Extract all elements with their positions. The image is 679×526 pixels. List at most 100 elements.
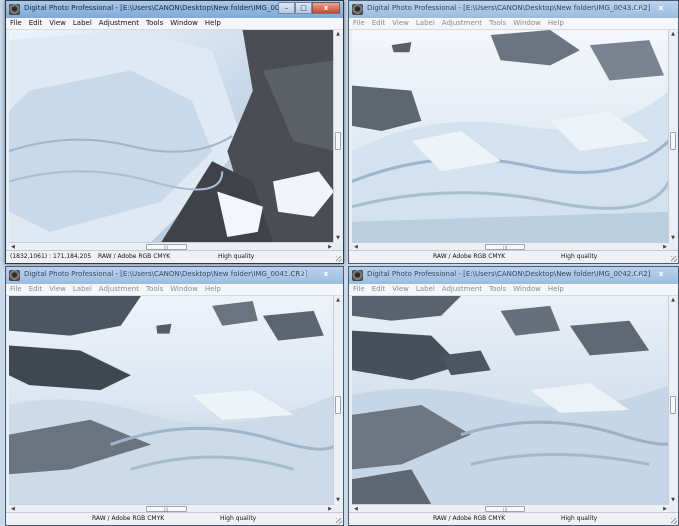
menu-label[interactable]: Label (73, 18, 92, 29)
close-button[interactable]: x (647, 268, 675, 280)
menu-edit[interactable]: Edit (29, 284, 43, 295)
menu-view[interactable]: View (392, 284, 409, 295)
menu-window[interactable]: Window (170, 18, 198, 29)
close-button[interactable]: x (312, 268, 340, 280)
photo-window-1[interactable]: Digital Photo Professional - [E:\Users\C… (5, 0, 344, 264)
glacier-photo (352, 296, 669, 504)
vertical-scroll-thumb[interactable] (670, 131, 676, 150)
menu-help[interactable]: Help (548, 18, 564, 29)
scroll-down-arrow-icon[interactable]: ▼ (669, 497, 677, 503)
photo-window-3[interactable]: Digital Photo Professional - [E:\Users\C… (5, 266, 344, 526)
quality-status: High quality (220, 515, 257, 522)
menu-help[interactable]: Help (205, 284, 221, 295)
scroll-down-arrow-icon[interactable]: ▼ (669, 235, 677, 241)
menu-tools[interactable]: Tools (146, 18, 163, 29)
glacier-photo (9, 296, 334, 504)
dpp-app-icon (352, 270, 363, 281)
scroll-up-arrow-icon[interactable]: ▲ (669, 297, 677, 303)
menu-help[interactable]: Help (205, 18, 221, 29)
window-title: Digital Photo Professional - [E:\Users\C… (367, 270, 651, 278)
resize-grip-icon[interactable] (671, 256, 677, 262)
scroll-down-arrow-icon[interactable]: ▼ (334, 497, 342, 503)
scroll-up-arrow-icon[interactable]: ▲ (669, 31, 677, 37)
menu-bar: File Edit View Label Adjustment Tools Wi… (6, 18, 343, 30)
menu-window[interactable]: Window (170, 284, 198, 295)
resize-grip-icon[interactable] (336, 256, 342, 262)
maximize-button[interactable]: □ (295, 2, 312, 14)
dpp-app-icon (352, 4, 363, 15)
resize-grip-icon[interactable] (671, 518, 677, 524)
photo-view[interactable] (9, 296, 334, 504)
dpp-app-icon (9, 270, 20, 281)
menu-file[interactable]: File (353, 18, 365, 29)
window-title: Digital Photo Professional - [E:\Users\C… (24, 270, 308, 278)
menu-label[interactable]: Label (73, 284, 92, 295)
status-bar: RAW / Adobe RGB CMYK High quality (349, 512, 678, 525)
menu-adjustment[interactable]: Adjustment (442, 18, 482, 29)
dpp-app-icon (9, 4, 20, 15)
vertical-scrollbar[interactable]: ▲ ▼ (668, 296, 677, 504)
menu-window[interactable]: Window (513, 18, 541, 29)
color-space-status: RAW / Adobe RGB CMYK (92, 515, 165, 522)
menu-file[interactable]: File (10, 18, 22, 29)
color-space-status: RAW / Adobe RGB CMYK (433, 253, 506, 260)
menu-adjustment[interactable]: Adjustment (99, 18, 139, 29)
menu-edit[interactable]: Edit (372, 18, 386, 29)
quality-status: High quality (218, 253, 255, 260)
vertical-scrollbar[interactable]: ▲ ▼ (333, 296, 342, 504)
scroll-down-arrow-icon[interactable]: ▼ (334, 235, 342, 241)
menu-file[interactable]: File (353, 284, 365, 295)
menu-adjustment[interactable]: Adjustment (99, 284, 139, 295)
menu-bar: File Edit View Label Adjustment Tools Wi… (349, 18, 678, 30)
vertical-scrollbar[interactable]: ▲ ▼ (333, 30, 342, 242)
scroll-up-arrow-icon[interactable]: ▲ (334, 297, 342, 303)
menu-edit[interactable]: Edit (372, 284, 386, 295)
window-title: Digital Photo Professional - [E:\Users\C… (367, 4, 651, 12)
maximize-button[interactable]: □ (630, 2, 647, 14)
glacier-photo (352, 30, 669, 242)
menu-view[interactable]: View (392, 18, 409, 29)
menu-view[interactable]: View (49, 284, 66, 295)
vertical-scrollbar[interactable]: ▲ ▼ (668, 30, 677, 242)
status-bar: RAW / Adobe RGB CMYK High quality (6, 512, 343, 525)
close-button[interactable]: x (312, 2, 340, 14)
window-title: Digital Photo Professional - [E:\Users\C… (24, 4, 308, 12)
menu-adjustment[interactable]: Adjustment (442, 284, 482, 295)
maximize-button[interactable]: □ (630, 268, 647, 280)
title-bar[interactable]: Digital Photo Professional - [E:\Users\C… (6, 267, 343, 284)
menu-help[interactable]: Help (548, 284, 564, 295)
photo-view[interactable] (352, 296, 669, 504)
title-bar[interactable]: Digital Photo Professional - [E:\Users\C… (349, 1, 678, 18)
menu-label[interactable]: Label (416, 284, 435, 295)
menu-bar: File Edit View Label Adjustment Tools Wi… (349, 284, 678, 296)
vertical-scroll-thumb[interactable] (670, 395, 676, 414)
menu-tools[interactable]: Tools (146, 284, 163, 295)
photo-window-2[interactable]: Digital Photo Professional - [E:\Users\C… (348, 0, 679, 264)
pixel-coordinates: (1832,1061) : 171,184,205 (10, 253, 92, 260)
menu-edit[interactable]: Edit (29, 18, 43, 29)
photo-window-4[interactable]: Digital Photo Professional - [E:\Users\C… (348, 266, 679, 526)
photo-view[interactable] (352, 30, 669, 242)
menu-window[interactable]: Window (513, 284, 541, 295)
quality-status: High quality (561, 515, 598, 522)
quality-status: High quality (561, 253, 598, 260)
vertical-scroll-thumb[interactable] (335, 395, 341, 414)
vertical-scroll-thumb[interactable] (335, 131, 341, 150)
minimize-button[interactable]: – (613, 2, 630, 14)
color-space-status: RAW / Adobe RGB CMYK (433, 515, 506, 522)
resize-grip-icon[interactable] (336, 518, 342, 524)
menu-file[interactable]: File (10, 284, 22, 295)
menu-tools[interactable]: Tools (489, 18, 506, 29)
close-button[interactable]: x (647, 2, 675, 14)
maximize-button[interactable]: □ (295, 268, 312, 280)
photo-view[interactable] (9, 30, 334, 242)
minimize-button[interactable]: – (278, 268, 295, 280)
menu-label[interactable]: Label (416, 18, 435, 29)
minimize-button[interactable]: – (278, 2, 295, 14)
minimize-button[interactable]: – (613, 268, 630, 280)
menu-tools[interactable]: Tools (489, 284, 506, 295)
title-bar[interactable]: Digital Photo Professional - [E:\Users\C… (6, 1, 343, 18)
scroll-up-arrow-icon[interactable]: ▲ (334, 31, 342, 37)
title-bar[interactable]: Digital Photo Professional - [E:\Users\C… (349, 267, 678, 284)
menu-view[interactable]: View (49, 18, 66, 29)
